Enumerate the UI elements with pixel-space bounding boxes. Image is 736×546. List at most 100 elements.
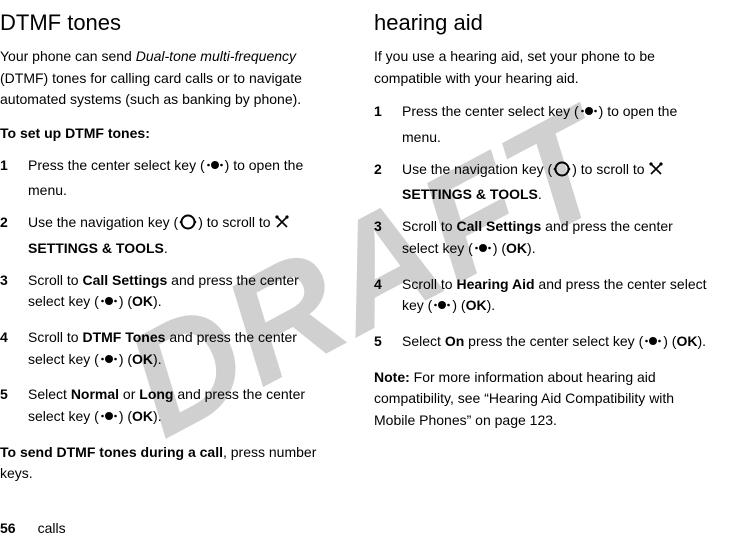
hearing-aid-label: Hearing Aid [456,276,534,292]
text: . [164,240,168,256]
ok-label: OK [132,351,153,367]
center-select-key-icon [100,407,118,432]
text: ) ( [493,240,506,256]
step-row: 5 Select On press the center select key … [374,331,708,357]
text: ). [697,333,706,349]
settings-tools-icon [648,161,664,183]
text: Your phone can send [0,48,136,64]
step-text: Scroll to Call Settings and press the ce… [402,216,708,263]
call-settings-label: Call Settings [82,272,167,288]
text: To set up DTMF tones [0,125,145,141]
ok-label: OK [132,408,153,424]
dtmf-send-note: To send DTMF tones during a call, press … [0,442,334,485]
text: ). [153,351,162,367]
text: Scroll to [402,218,456,234]
step-number: 5 [374,331,402,357]
settings-tools-label: SETTINGS & TOOLS [402,186,538,202]
step-row: 4 Scroll to Hearing Aid and press the ce… [374,274,708,321]
text: Select [28,386,71,402]
text: ) ( [119,408,132,424]
text: . [538,186,542,202]
step-row: 1 Press the center select key () to open… [374,101,708,148]
step-number: 4 [374,274,402,321]
text: ) ( [119,293,132,309]
note-text: For more information about hearing aid c… [374,369,674,428]
step-text: Press the center select key () to open t… [402,101,708,148]
text: ). [153,293,162,309]
dtmf-term: Dual-tone multi-frequency [136,48,296,64]
text: ). [487,297,496,313]
step-row: 2 Use the navigation key () to scroll to… [0,212,334,259]
center-select-key-icon [644,332,662,357]
text: ) ( [119,351,132,367]
page-number: 56 [0,520,16,536]
dtmf-tones-label: DTMF Tones [82,329,165,345]
step-row: 2 Use the navigation key ( ) to scroll to… [374,159,708,206]
text: (DTMF) tones for calling card calls or t… [0,70,302,108]
left-column: DTMF tones Your phone can send Dual-tone… [0,10,334,495]
step-number: 2 [0,212,28,259]
settings-tools-icon [274,214,290,236]
step-text: Scroll to DTMF Tones and press the cente… [28,327,334,374]
text: Select [402,333,445,349]
text: Scroll to [28,329,82,345]
text: Press the center select key ( [28,157,205,173]
step-row: 5 Select Normal or Long and press the ce… [0,384,334,431]
hearing-aid-heading: hearing aid [374,10,708,36]
text: ) to scroll to [572,161,648,177]
center-select-key-icon [100,292,118,317]
ok-label: OK [466,297,487,313]
on-label: On [445,333,464,349]
ok-label: OK [506,240,527,256]
step-row: 4 Scroll to DTMF Tones and press the cen… [0,327,334,374]
center-select-key-icon [206,156,224,181]
text: ). [153,408,162,424]
step-text: Press the center select key () to open t… [28,155,334,202]
text: ). [527,240,536,256]
ok-label: OK [676,333,697,349]
note-label: Note: [374,369,410,385]
step-number: 1 [0,155,28,202]
navigation-key-icon [179,213,197,238]
ok-label: OK [132,293,153,309]
step-text: Select Normal or Long and press the cent… [28,384,334,431]
text: Use the navigation key ( [28,214,178,230]
text: Press the center select key ( [402,103,579,119]
step-number: 4 [0,327,28,374]
step-number: 3 [0,270,28,317]
text: Scroll to [28,272,82,288]
section-label: calls [38,520,66,536]
center-select-key-icon [100,350,118,375]
settings-tools-label: SETTINGS & TOOLS [28,240,164,256]
navigation-key-icon [553,160,571,185]
text: Use the navigation key ( [402,161,552,177]
call-settings-label: Call Settings [456,218,541,234]
long-label: Long [139,386,173,402]
step-text: Select On press the center select key ()… [402,331,708,357]
step-row: 1 Press the center select key () to open… [0,155,334,202]
hearing-aid-intro: If you use a hearing aid, set your phone… [374,46,708,89]
page-content: DTMF tones Your phone can send Dual-tone… [0,10,708,495]
center-select-key-icon [580,102,598,127]
step-row: 3 Scroll to Call Settings and press the … [0,270,334,317]
step-number: 1 [374,101,402,148]
text: ) ( [663,333,676,349]
step-number: 5 [0,384,28,431]
step-number: 3 [374,216,402,263]
text: : [145,125,150,141]
page-footer: 56 calls [0,520,66,536]
dtmf-intro: Your phone can send Dual-tone multi-freq… [0,46,334,111]
text: press the center select key ( [464,333,643,349]
step-number: 2 [374,159,402,206]
text: ) ( [452,297,465,313]
hearing-aid-note: Note: For more information about hearing… [374,367,708,432]
dtmf-heading: DTMF tones [0,10,334,36]
right-column: hearing aid If you use a hearing aid, se… [374,10,708,495]
text: or [119,386,139,402]
step-text: Use the navigation key ( ) to scroll to S… [402,159,708,206]
step-text: Scroll to Call Settings and press the ce… [28,270,334,317]
step-text: Use the navigation key () to scroll to S… [28,212,334,259]
step-row: 3 Scroll to Call Settings and press the … [374,216,708,263]
text: To send DTMF tones during a call [0,444,223,460]
center-select-key-icon [474,239,492,264]
